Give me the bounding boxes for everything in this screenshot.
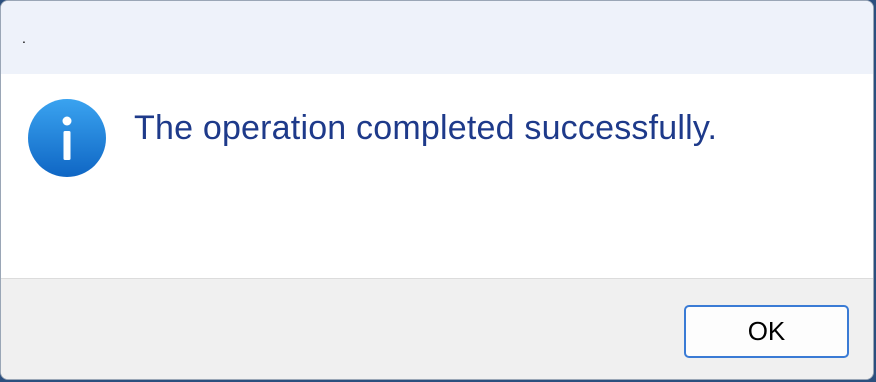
title-bar[interactable]: . [1, 1, 873, 74]
dialog-content: The operation completed successfully. [1, 74, 873, 278]
message-dialog: . The operation completed successfully. … [0, 0, 874, 380]
window-title: . [22, 30, 26, 46]
message-text: The operation completed successfully. [134, 109, 718, 147]
ok-button[interactable]: OK [684, 305, 849, 358]
dialog-footer: OK [1, 278, 873, 379]
info-icon [27, 98, 107, 178]
